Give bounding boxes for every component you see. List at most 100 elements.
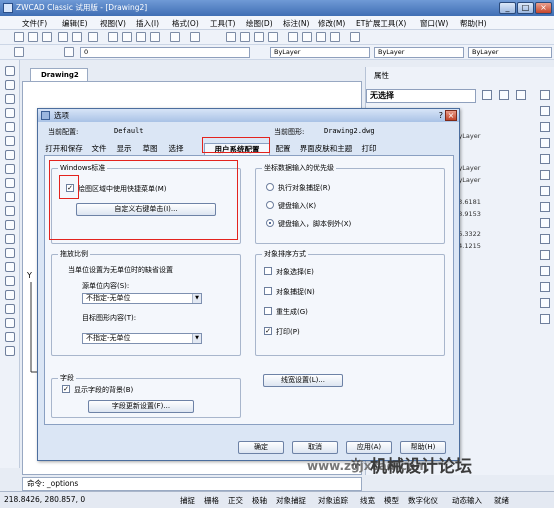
pickadd-icon[interactable]	[516, 90, 526, 100]
status-osnap[interactable]: 对象捕捉	[276, 495, 306, 506]
explode-icon[interactable]	[540, 314, 550, 324]
sort-plot-checkbox[interactable]: ✓	[264, 327, 272, 335]
save-icon[interactable]	[42, 32, 52, 42]
field-background-checkbox[interactable]: ✓	[62, 385, 70, 393]
selection-combo[interactable]: 无选择	[366, 89, 476, 103]
status-tablet[interactable]: 数字化仪	[408, 495, 438, 506]
color-combo[interactable]: ByLayer	[270, 47, 370, 58]
menu-tools[interactable]: 工具(T)	[210, 18, 235, 29]
minimize-button[interactable]: _	[499, 2, 516, 14]
ellipse-icon[interactable]	[5, 192, 15, 202]
keyboard-radio[interactable]	[266, 201, 274, 209]
calculator-icon[interactable]	[330, 32, 340, 42]
extend-icon[interactable]	[540, 250, 550, 260]
tab-selection[interactable]: 选择	[164, 143, 188, 155]
linetype-combo[interactable]: ByLayer	[374, 47, 464, 58]
layer-combo[interactable]: 0	[80, 47, 250, 58]
preview-icon[interactable]	[72, 32, 82, 42]
menu-window[interactable]: 窗口(W)	[420, 18, 448, 29]
offset-icon[interactable]	[540, 138, 550, 148]
sort-regen-checkbox[interactable]	[264, 307, 272, 315]
array-icon[interactable]	[540, 154, 550, 164]
wipeout-icon[interactable]	[5, 304, 15, 314]
print-icon[interactable]	[58, 32, 68, 42]
rectangle-icon[interactable]	[5, 122, 15, 132]
menu-draw[interactable]: 绘图(D)	[246, 18, 273, 29]
tab-files[interactable]: 文件	[88, 143, 110, 155]
polygon-icon[interactable]	[5, 108, 15, 118]
menu-insert[interactable]: 插入(I)	[136, 18, 159, 29]
cut-icon[interactable]	[108, 32, 118, 42]
status-dynamic-input[interactable]: 动态输入	[452, 495, 482, 506]
status-otrack[interactable]: 对象追踪	[318, 495, 348, 506]
cloud-icon[interactable]	[5, 164, 15, 174]
erase-icon[interactable]	[540, 90, 550, 100]
match-properties-icon[interactable]	[150, 32, 160, 42]
close-button[interactable]: ×	[535, 2, 552, 14]
paste-icon[interactable]	[136, 32, 146, 42]
design-center-icon[interactable]	[302, 32, 312, 42]
tab-skin-theme[interactable]: 界面皮肤和主题	[296, 143, 356, 155]
maximize-button[interactable]: □	[517, 2, 534, 14]
arc-icon[interactable]	[5, 136, 15, 146]
menu-format[interactable]: 格式(O)	[172, 18, 199, 29]
line-icon[interactable]	[5, 66, 15, 76]
status-grid[interactable]: 栅格	[204, 495, 219, 506]
zoom-realtime-icon[interactable]	[240, 32, 250, 42]
tab-profiles[interactable]: 配置	[272, 143, 294, 155]
ok-button[interactable]: 确定	[238, 441, 284, 454]
polyline-icon[interactable]	[5, 94, 15, 104]
lineweight-combo[interactable]: ByLayer	[468, 47, 552, 58]
select-objects-icon[interactable]	[499, 90, 509, 100]
redo-icon[interactable]	[190, 32, 200, 42]
layer-state-icon[interactable]	[64, 47, 74, 57]
help-icon[interactable]	[350, 32, 360, 42]
sort-selection-checkbox[interactable]	[264, 267, 272, 275]
menu-dimension[interactable]: 标注(N)	[283, 18, 309, 29]
field-update-settings-button[interactable]: 字段更新设置(F)...	[88, 400, 194, 413]
pan-icon[interactable]	[226, 32, 236, 42]
osnap-radio[interactable]	[266, 183, 274, 191]
cancel-button[interactable]: 取消	[292, 441, 338, 454]
scale-icon[interactable]	[540, 202, 550, 212]
circle-icon[interactable]	[5, 150, 15, 160]
tab-display[interactable]: 显示	[112, 143, 136, 155]
zoom-previous-icon[interactable]	[268, 32, 278, 42]
tool-palette-icon[interactable]	[316, 32, 326, 42]
open-icon[interactable]	[28, 32, 38, 42]
tab-plot[interactable]: 打印	[358, 143, 380, 155]
target-units-select[interactable]: 不指定-无单位 ▼	[82, 333, 202, 344]
rotate-icon[interactable]	[540, 186, 550, 196]
point-icon[interactable]	[5, 248, 15, 258]
publish-icon[interactable]	[88, 32, 98, 42]
region-icon[interactable]	[5, 290, 15, 300]
spline-icon[interactable]	[5, 178, 15, 188]
command-line[interactable]: 命令: _options	[22, 477, 362, 491]
source-units-select[interactable]: 不指定-无单位 ▼	[82, 293, 202, 304]
menu-et-tools[interactable]: ET扩展工具(X)	[356, 18, 406, 29]
construction-line-icon[interactable]	[5, 80, 15, 90]
menu-view[interactable]: 视图(V)	[100, 18, 126, 29]
make-block-icon[interactable]	[5, 234, 15, 244]
sort-osnap-checkbox[interactable]	[264, 287, 272, 295]
status-polar[interactable]: 极轴	[252, 495, 267, 506]
stretch-icon[interactable]	[540, 218, 550, 228]
chamfer-icon[interactable]	[540, 282, 550, 292]
status-ortho[interactable]: 正交	[228, 495, 243, 506]
copy-object-icon[interactable]	[540, 106, 550, 116]
tab-drafting[interactable]: 草图	[138, 143, 162, 155]
properties-icon[interactable]	[288, 32, 298, 42]
fillet-icon[interactable]	[540, 298, 550, 308]
insert-block-icon[interactable]	[5, 220, 15, 230]
undo-icon[interactable]	[170, 32, 180, 42]
lineweight-settings-button[interactable]: 线宽设置(L)...	[263, 374, 343, 387]
gradient-icon[interactable]	[5, 276, 15, 286]
revision-icon[interactable]	[5, 318, 15, 328]
drawing-tab[interactable]: Drawing2	[30, 68, 88, 81]
menu-help[interactable]: 帮助(H)	[460, 18, 487, 29]
quick-select-icon[interactable]	[482, 90, 492, 100]
status-model[interactable]: 模型	[384, 495, 399, 506]
move-icon[interactable]	[540, 170, 550, 180]
dialog-close-button[interactable]: ×	[445, 110, 457, 121]
keyboard-except-scripts-radio[interactable]	[266, 219, 274, 227]
